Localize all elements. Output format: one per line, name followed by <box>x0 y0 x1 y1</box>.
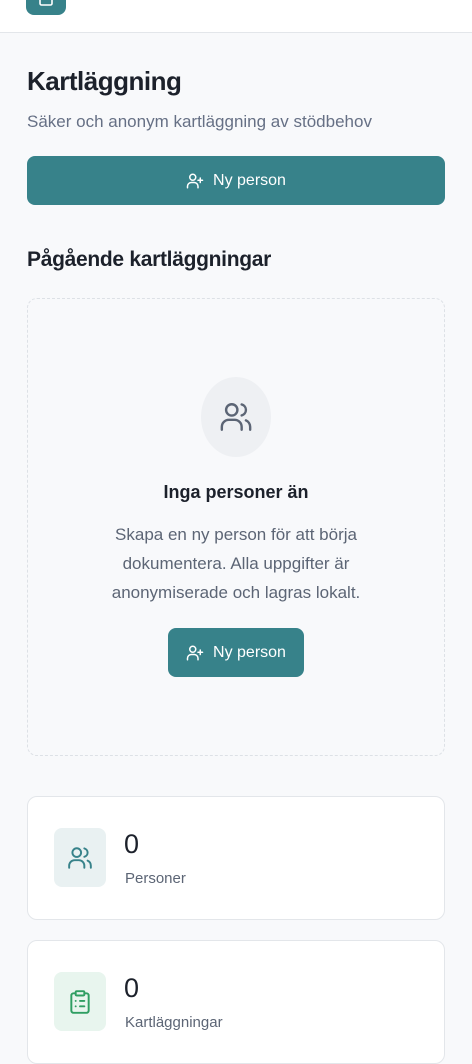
stat-label-surveys: Kartläggningar <box>125 1014 223 1031</box>
empty-state-button-label: Ny person <box>213 643 286 661</box>
users-icon <box>67 845 93 871</box>
section-title-ongoing: Pågående kartläggningar <box>27 248 272 271</box>
user-plus-icon <box>186 172 204 190</box>
user-plus-icon <box>186 644 204 662</box>
stat-icon-box <box>54 828 106 887</box>
stat-icon-box <box>54 972 106 1031</box>
stat-label-persons: Personer <box>125 870 186 887</box>
empty-state-title: Inga personer än <box>163 482 309 502</box>
stat-card-persons: 0 Personer <box>27 796 445 920</box>
new-person-button-label: Ny person <box>213 171 286 189</box>
page-title: Kartläggning <box>27 66 182 96</box>
stat-value-persons: 0 <box>124 829 140 859</box>
stat-value-surveys: 0 <box>124 973 140 1003</box>
new-person-button[interactable]: Ny person <box>27 156 445 205</box>
app-logo-icon[interactable] <box>26 0 66 15</box>
empty-state-description: Skapa en ny person för att börja dokumen… <box>111 525 361 602</box>
stat-card-surveys: 0 Kartläggningar <box>27 940 445 1064</box>
empty-state-icon-circle <box>201 377 271 457</box>
top-bar <box>0 0 472 33</box>
clipboard-list-icon <box>67 989 93 1015</box>
empty-state-new-person-button[interactable]: Ny person <box>168 628 304 677</box>
users-icon <box>219 400 253 434</box>
page-subtitle: Säker och anonym kartläggning av stödbeh… <box>27 112 372 131</box>
